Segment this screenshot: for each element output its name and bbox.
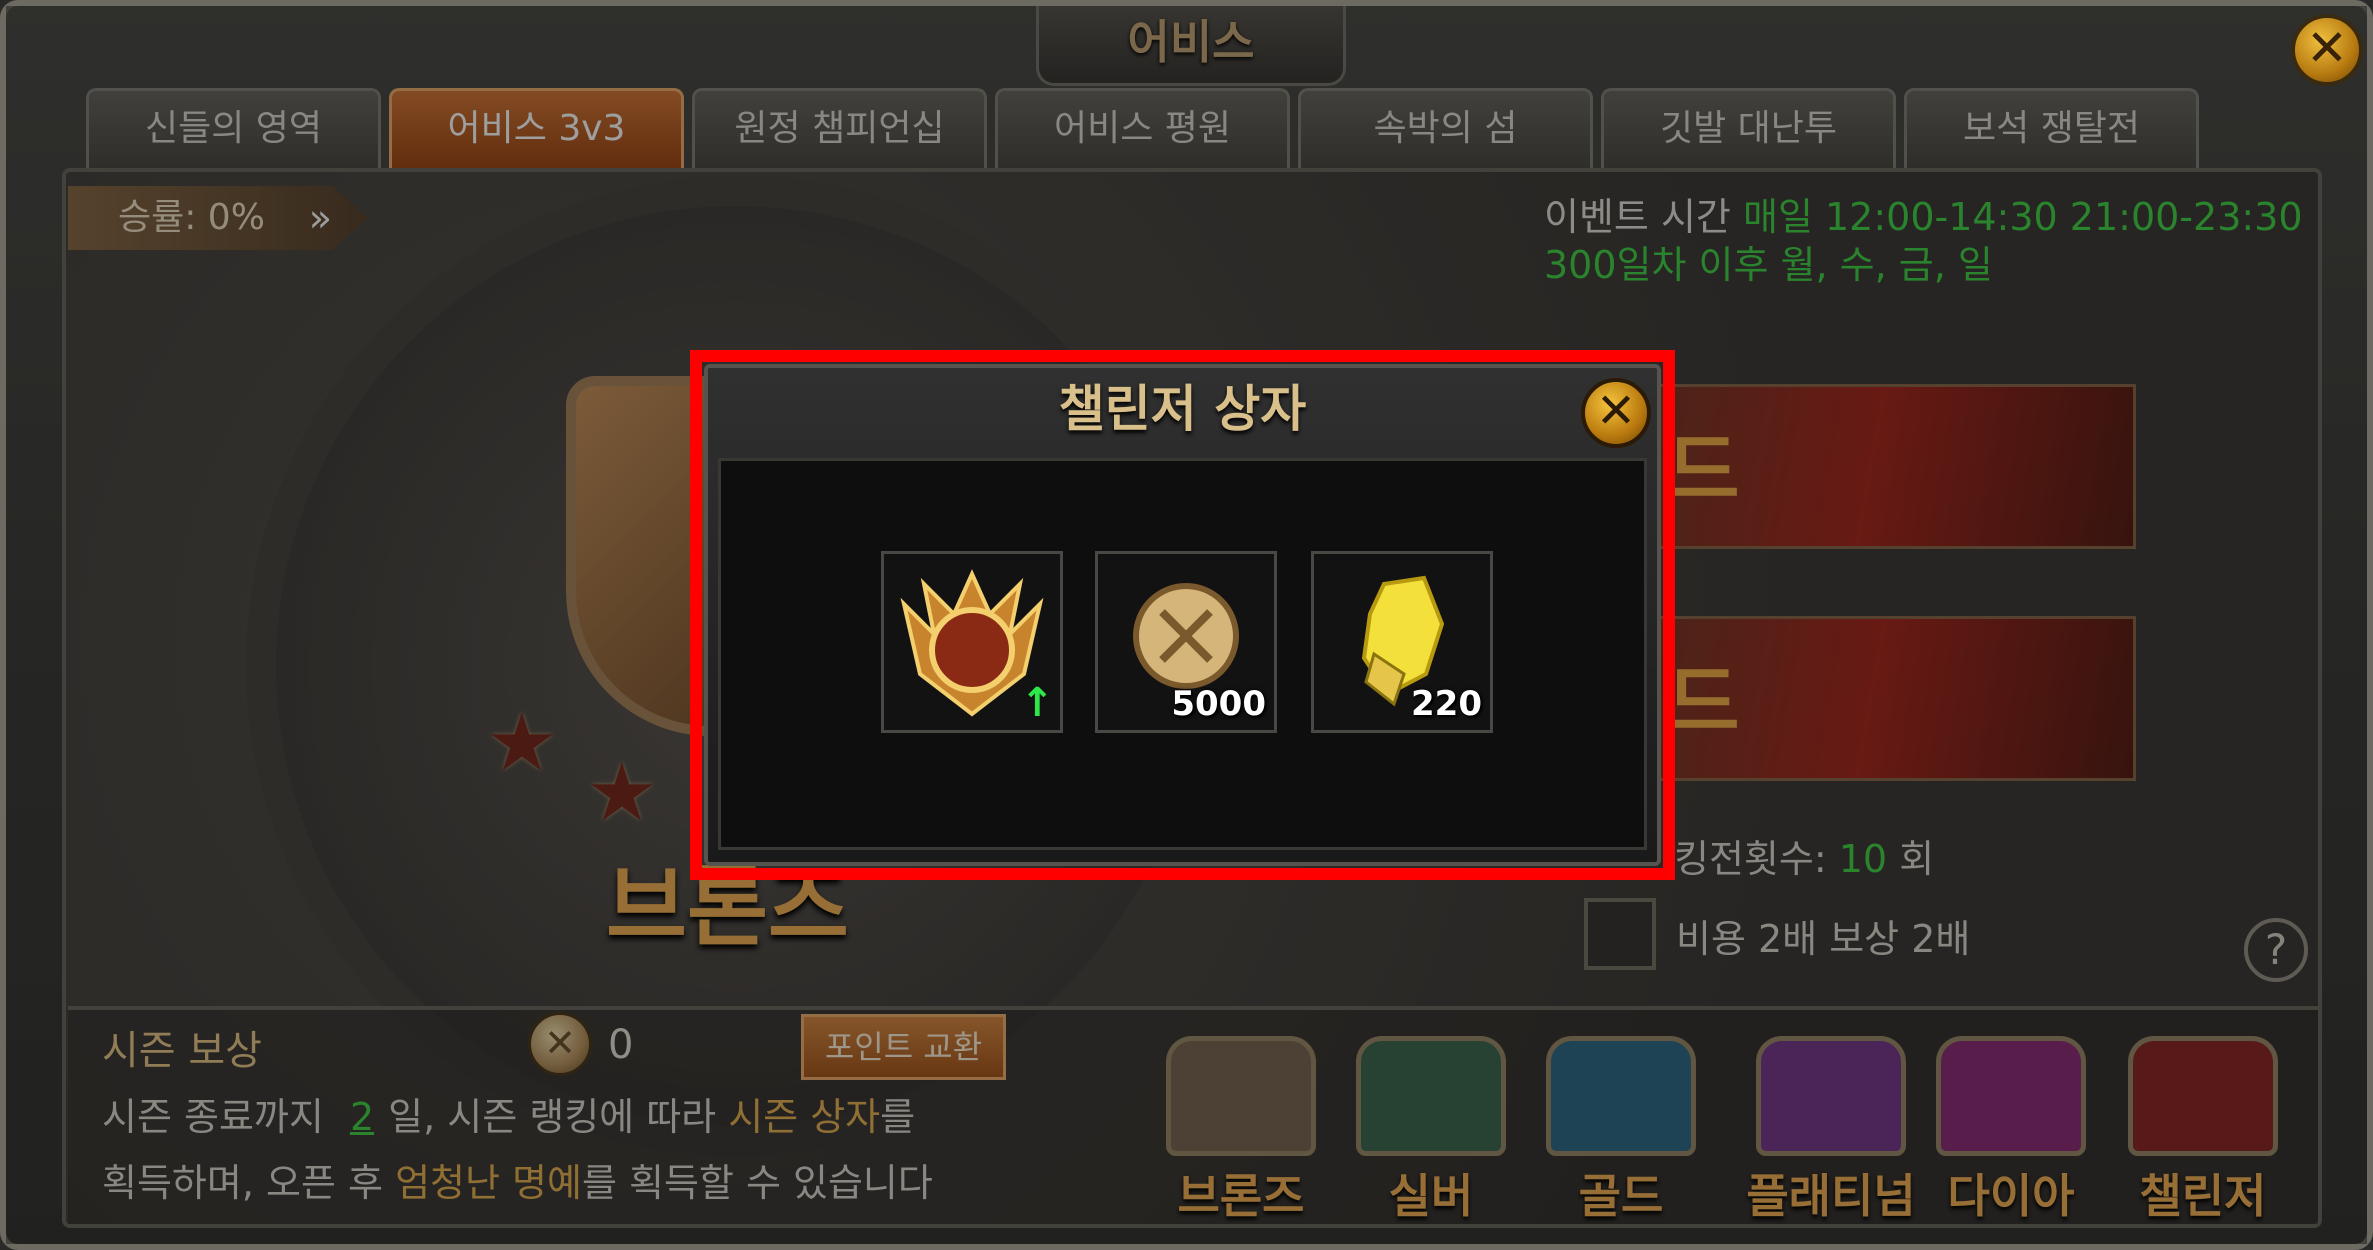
reward-item-emblem[interactable]: ↑ xyxy=(881,551,1063,733)
modal-title: 챌린저 상자 xyxy=(1058,380,1307,438)
reward-quantity: 220 xyxy=(1411,684,1482,724)
star-icon: ★ xyxy=(486,696,558,789)
season-description-line-1: 시즌 종료까지 2 일, 시즌 랭킹에 따라 시즌 상자를 xyxy=(102,1086,915,1141)
event-time-label: 이벤트 시간 xyxy=(1544,195,1731,239)
chest-silver[interactable]: 실버 xyxy=(1346,1036,1516,1226)
upgrade-arrow-icon: ↑ xyxy=(1020,680,1054,726)
challenger-chest-icon xyxy=(2128,1036,2278,1156)
winrate-badge[interactable]: 승률: 0% » xyxy=(68,186,368,250)
chest-challenger[interactable]: 챌린저 xyxy=(2118,1036,2288,1226)
chest-label: 골드 xyxy=(1578,1169,1664,1223)
window-title: 어비스 xyxy=(1036,6,1346,86)
chest-bronze[interactable]: 브론즈 xyxy=(1156,1036,1326,1226)
season-text: 획득하며, 오픈 후 xyxy=(102,1161,383,1205)
chest-label: 다이아 xyxy=(1947,1169,2075,1223)
chest-label: 브론즈 xyxy=(1177,1169,1305,1223)
coin-count: 0 xyxy=(608,1022,634,1068)
tab-expedition-championship[interactable]: 원정 챔피언십 xyxy=(692,88,987,168)
chest-gold[interactable]: 골드 xyxy=(1536,1036,1706,1226)
chest-label: 실버 xyxy=(1388,1169,1474,1223)
chest-label: 플래티넘 xyxy=(1746,1169,1916,1223)
chest-diamond[interactable]: 다이아 xyxy=(1926,1036,2096,1226)
season-reward-title: 시즌 보상 xyxy=(102,1028,262,1074)
challenger-chest-modal: 챌린저 상자 ✕ ↑ 5000 220 xyxy=(704,364,1661,866)
modal-reward-list: ↑ 5000 220 xyxy=(718,458,1647,850)
event-days: 300일차 이후 월, 수, 금, 일 xyxy=(1544,243,1993,287)
tab-abyss-plains[interactable]: 어비스 평원 xyxy=(995,88,1290,168)
event-time: 이벤트 시간 매일 12:00-14:30 21:00-23:30 xyxy=(1544,186,2303,241)
reward-item-crystal[interactable]: 220 xyxy=(1311,551,1493,733)
mode-banner-2-text: 드 xyxy=(1666,656,1740,749)
ranking-count-label: 킹전횟수: xyxy=(1674,837,1827,881)
tab-bar: 신들의 영역 어비스 3v3 원정 챔피언십 어비스 평원 속박의 섬 깃발 대… xyxy=(86,88,2199,168)
close-icon[interactable]: ✕ xyxy=(2291,14,2363,86)
ranking-count: 킹전횟수: 10 회 xyxy=(1674,828,1934,883)
help-icon[interactable]: ? xyxy=(2244,918,2308,982)
tab-abyss-3v3[interactable]: 어비스 3v3 xyxy=(389,88,684,168)
chest-platinum[interactable]: 플래티넘 xyxy=(1731,1036,1931,1226)
honor-coin-icon: ✕ xyxy=(528,1012,592,1076)
silver-chest-icon xyxy=(1356,1036,1506,1156)
winrate-label: 승률: 0% xyxy=(118,197,265,238)
mode-banner-1-text: 드 xyxy=(1666,424,1740,517)
bronze-chest-icon xyxy=(1166,1036,1316,1156)
season-description-line-2: 획득하며, 오픈 후 엄청난 명예를 획득할 수 있습니다 xyxy=(102,1152,933,1207)
tab-gem-war[interactable]: 보석 쟁탈전 xyxy=(1904,88,2199,168)
chevron-right-icon: » xyxy=(308,196,332,240)
platinum-chest-icon xyxy=(1756,1036,1906,1156)
reward-item-honor-coin[interactable]: 5000 xyxy=(1095,551,1277,733)
gold-chest-icon xyxy=(1546,1036,1696,1156)
point-exchange-button[interactable]: 포인트 교환 xyxy=(801,1014,1006,1080)
tab-realm-of-gods[interactable]: 신들의 영역 xyxy=(86,88,381,168)
star-icon: ★ xyxy=(586,746,658,839)
diamond-chest-icon xyxy=(1936,1036,2086,1156)
season-text: 일, 시즌 랭킹에 따라 xyxy=(388,1095,717,1139)
double-cost-label: 비용 2배 보상 2배 xyxy=(1676,917,1971,961)
ranking-count-value: 10 xyxy=(1838,837,1888,881)
season-days-remaining: 2 xyxy=(349,1095,375,1139)
tab-island-of-bondage[interactable]: 속박의 섬 xyxy=(1298,88,1593,168)
event-time-value: 매일 12:00-14:30 21:00-23:30 xyxy=(1742,195,2303,239)
reward-quantity: 5000 xyxy=(1171,684,1266,724)
close-icon[interactable]: ✕ xyxy=(1581,378,1651,448)
tab-flag-brawl[interactable]: 깃발 대난투 xyxy=(1601,88,1896,168)
season-text: 시즌 종료까지 xyxy=(102,1095,324,1139)
chest-label: 챌린저 xyxy=(2139,1169,2267,1223)
double-cost-checkbox[interactable] xyxy=(1584,898,1656,970)
season-text: 를 획득할 수 있습니다 xyxy=(581,1161,933,1205)
ranking-count-unit: 회 xyxy=(1899,837,1935,881)
honor-highlight: 엄청난 명예 xyxy=(395,1161,582,1205)
season-text: 를 xyxy=(880,1095,916,1139)
season-chest-highlight: 시즌 상자 xyxy=(728,1095,881,1139)
